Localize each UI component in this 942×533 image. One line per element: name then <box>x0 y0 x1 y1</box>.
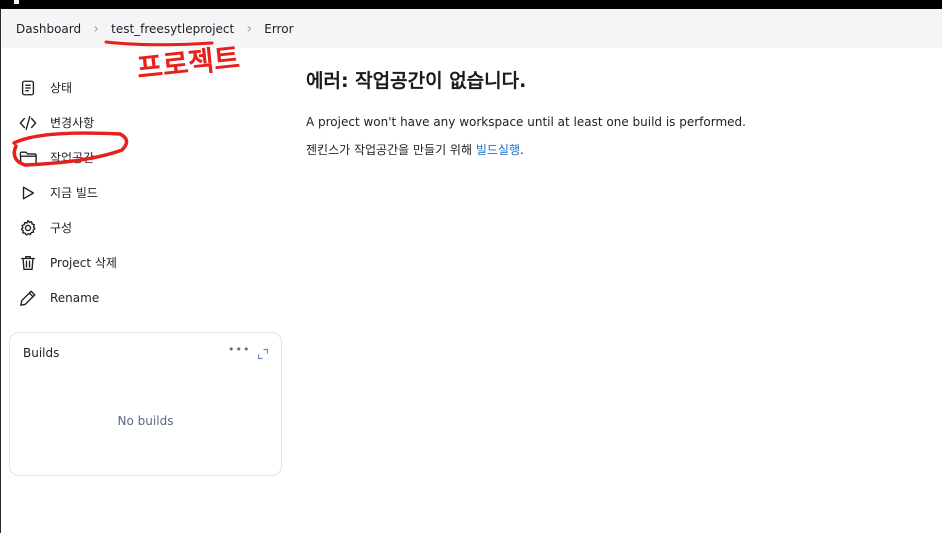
task-label: Rename <box>50 290 100 305</box>
gear-icon <box>18 218 38 238</box>
trash-icon <box>18 253 38 273</box>
breadcrumb-project[interactable]: test_freesytleproject <box>111 22 234 36</box>
builds-title: Builds <box>23 346 60 360</box>
expand-icon[interactable] <box>257 345 269 360</box>
code-icon <box>18 113 38 133</box>
task-rename[interactable]: Rename <box>18 280 278 315</box>
pencil-icon <box>18 288 38 308</box>
task-changes[interactable]: 변경사항 <box>18 105 278 140</box>
task-status[interactable]: 상태 <box>18 70 278 105</box>
breadcrumb: Dashboard › test_freesytleproject › Erro… <box>1 9 942 48</box>
task-label: 상태 <box>50 81 73 95</box>
chevron-right-icon: › <box>93 20 99 37</box>
task-build-now[interactable]: 지금 빌드 <box>18 175 278 210</box>
document-icon <box>18 78 38 98</box>
jenkins-logo-icon[interactable] <box>14 0 19 4</box>
top-header-bar <box>0 0 942 9</box>
breadcrumb-dashboard[interactable]: Dashboard <box>16 22 81 36</box>
task-label: 지금 빌드 <box>50 186 98 200</box>
builds-card: Builds ••• No builds <box>9 332 282 476</box>
task-configure[interactable]: 구성 <box>18 210 278 245</box>
more-options-icon[interactable]: ••• <box>228 343 250 356</box>
task-label: 작업공간 <box>50 151 95 165</box>
build-action-suffix: . <box>520 143 524 157</box>
window-left-edge <box>0 9 1 533</box>
no-builds-text: No builds <box>117 414 174 428</box>
task-delete-project[interactable]: Project 삭제 <box>18 245 278 280</box>
breadcrumb-error[interactable]: Error <box>264 22 293 36</box>
page-title: 에러: 작업공간이 없습니다. <box>306 70 527 92</box>
folder-icon <box>18 148 38 168</box>
chevron-right-icon: › <box>246 20 253 37</box>
build-action-prefix: 젠킨스가 작업공간을 만들기 위해 <box>306 143 476 157</box>
task-workspace[interactable]: 작업공간 <box>18 140 278 175</box>
task-label: 구성 <box>50 221 73 235</box>
play-icon <box>18 183 38 203</box>
build-now-link[interactable]: 빌드실행 <box>476 143 520 157</box>
build-action-text: 젠킨스가 작업공간을 만들기 위해 빌드실행. <box>306 141 926 158</box>
main-panel: 에러: 작업공간이 없습니다. A project won't have any… <box>306 66 926 158</box>
workspace-message: A project won't have any workspace until… <box>306 115 746 129</box>
side-panel-tasks: 상태 변경사항 작업공간 지금 빌드 구성 Project 삭제 Rename <box>18 70 278 315</box>
task-label: 변경사항 <box>50 116 95 130</box>
task-label: Project 삭제 <box>50 256 117 270</box>
